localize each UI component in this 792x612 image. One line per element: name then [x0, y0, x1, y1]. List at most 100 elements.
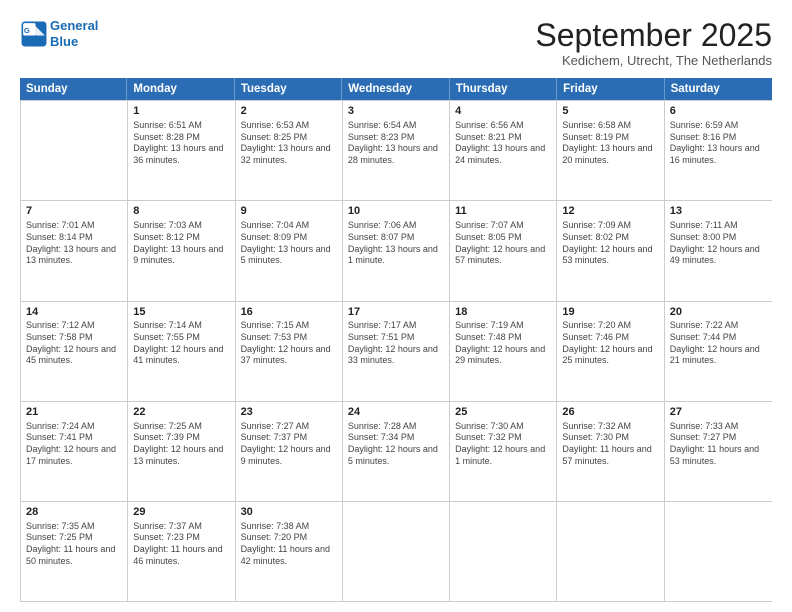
day-number: 23: [241, 405, 337, 420]
sunrise-text: Sunrise: 7:06 AM: [348, 220, 444, 232]
sunset-text: Sunset: 8:05 PM: [455, 232, 551, 244]
cal-cell-0-5: 5 Sunrise: 6:58 AM Sunset: 8:19 PM Dayli…: [557, 101, 664, 200]
daylight-text: Daylight: 12 hours and 41 minutes.: [133, 344, 229, 367]
cal-cell-1-1: 8 Sunrise: 7:03 AM Sunset: 8:12 PM Dayli…: [128, 201, 235, 300]
daylight-text: Daylight: 13 hours and 28 minutes.: [348, 143, 444, 166]
location: Kedichem, Utrecht, The Netherlands: [535, 53, 772, 68]
sunrise-text: Sunrise: 7:25 AM: [133, 421, 229, 433]
cal-cell-3-5: 26 Sunrise: 7:32 AM Sunset: 7:30 PM Dayl…: [557, 402, 664, 501]
day-number: 4: [455, 104, 551, 119]
day-number: 20: [670, 305, 767, 320]
day-number: 26: [562, 405, 658, 420]
day-number: 2: [241, 104, 337, 119]
sunrise-text: Sunrise: 7:28 AM: [348, 421, 444, 433]
sunrise-text: Sunrise: 7:07 AM: [455, 220, 551, 232]
sunrise-text: Sunrise: 6:53 AM: [241, 120, 337, 132]
sunset-text: Sunset: 7:51 PM: [348, 332, 444, 344]
day-number: 7: [26, 204, 122, 219]
sunrise-text: Sunrise: 6:51 AM: [133, 120, 229, 132]
daylight-text: Daylight: 12 hours and 33 minutes.: [348, 344, 444, 367]
day-number: 8: [133, 204, 229, 219]
day-number: 21: [26, 405, 122, 420]
sunset-text: Sunset: 7:30 PM: [562, 432, 658, 444]
cal-cell-0-6: 6 Sunrise: 6:59 AM Sunset: 8:16 PM Dayli…: [665, 101, 772, 200]
logo: G General Blue: [20, 18, 98, 49]
sunrise-text: Sunrise: 7:35 AM: [26, 521, 122, 533]
day-number: 30: [241, 505, 337, 520]
daylight-text: Daylight: 13 hours and 13 minutes.: [26, 244, 122, 267]
sunset-text: Sunset: 8:25 PM: [241, 132, 337, 144]
sunrise-text: Sunrise: 7:20 AM: [562, 320, 658, 332]
header: G General Blue September 2025 Kedichem, …: [20, 18, 772, 68]
cal-cell-2-5: 19 Sunrise: 7:20 AM Sunset: 7:46 PM Dayl…: [557, 302, 664, 401]
sunset-text: Sunset: 7:23 PM: [133, 532, 229, 544]
cal-cell-0-1: 1 Sunrise: 6:51 AM Sunset: 8:28 PM Dayli…: [128, 101, 235, 200]
day-number: 15: [133, 305, 229, 320]
daylight-text: Daylight: 12 hours and 49 minutes.: [670, 244, 767, 267]
weekday-wednesday: Wednesday: [342, 78, 449, 100]
cal-cell-0-2: 2 Sunrise: 6:53 AM Sunset: 8:25 PM Dayli…: [236, 101, 343, 200]
daylight-text: Daylight: 11 hours and 42 minutes.: [241, 544, 337, 567]
calendar-header: Sunday Monday Tuesday Wednesday Thursday…: [20, 78, 772, 100]
weekday-saturday: Saturday: [665, 78, 772, 100]
sunrise-text: Sunrise: 7:19 AM: [455, 320, 551, 332]
cal-cell-3-0: 21 Sunrise: 7:24 AM Sunset: 7:41 PM Dayl…: [21, 402, 128, 501]
daylight-text: Daylight: 11 hours and 46 minutes.: [133, 544, 229, 567]
daylight-text: Daylight: 12 hours and 5 minutes.: [348, 444, 444, 467]
weekday-monday: Monday: [127, 78, 234, 100]
sunset-text: Sunset: 8:19 PM: [562, 132, 658, 144]
daylight-text: Daylight: 13 hours and 9 minutes.: [133, 244, 229, 267]
sunrise-text: Sunrise: 7:03 AM: [133, 220, 229, 232]
sunset-text: Sunset: 8:23 PM: [348, 132, 444, 144]
cal-cell-4-4: [450, 502, 557, 601]
weekday-friday: Friday: [557, 78, 664, 100]
day-number: 3: [348, 104, 444, 119]
sunset-text: Sunset: 8:09 PM: [241, 232, 337, 244]
cal-cell-1-3: 10 Sunrise: 7:06 AM Sunset: 8:07 PM Dayl…: [343, 201, 450, 300]
logo-line1: General: [50, 18, 98, 33]
day-number: 11: [455, 204, 551, 219]
sunset-text: Sunset: 7:39 PM: [133, 432, 229, 444]
cal-cell-4-5: [557, 502, 664, 601]
sunset-text: Sunset: 7:34 PM: [348, 432, 444, 444]
logo-icon: G: [20, 20, 48, 48]
sunrise-text: Sunrise: 7:32 AM: [562, 421, 658, 433]
day-number: 28: [26, 505, 122, 520]
svg-text:G: G: [24, 26, 30, 35]
cal-cell-1-4: 11 Sunrise: 7:07 AM Sunset: 8:05 PM Dayl…: [450, 201, 557, 300]
cal-cell-3-2: 23 Sunrise: 7:27 AM Sunset: 7:37 PM Dayl…: [236, 402, 343, 501]
sunset-text: Sunset: 7:58 PM: [26, 332, 122, 344]
sunset-text: Sunset: 7:32 PM: [455, 432, 551, 444]
daylight-text: Daylight: 11 hours and 53 minutes.: [670, 444, 767, 467]
daylight-text: Daylight: 13 hours and 36 minutes.: [133, 143, 229, 166]
sunset-text: Sunset: 7:53 PM: [241, 332, 337, 344]
cal-cell-4-3: [343, 502, 450, 601]
sunset-text: Sunset: 8:28 PM: [133, 132, 229, 144]
daylight-text: Daylight: 12 hours and 9 minutes.: [241, 444, 337, 467]
sunrise-text: Sunrise: 7:37 AM: [133, 521, 229, 533]
day-number: 29: [133, 505, 229, 520]
day-number: 18: [455, 305, 551, 320]
sunrise-text: Sunrise: 7:14 AM: [133, 320, 229, 332]
sunset-text: Sunset: 8:12 PM: [133, 232, 229, 244]
daylight-text: Daylight: 11 hours and 50 minutes.: [26, 544, 122, 567]
cal-cell-0-4: 4 Sunrise: 6:56 AM Sunset: 8:21 PM Dayli…: [450, 101, 557, 200]
day-number: 24: [348, 405, 444, 420]
daylight-text: Daylight: 13 hours and 5 minutes.: [241, 244, 337, 267]
sunset-text: Sunset: 8:07 PM: [348, 232, 444, 244]
day-number: 27: [670, 405, 767, 420]
sunrise-text: Sunrise: 7:01 AM: [26, 220, 122, 232]
sunset-text: Sunset: 7:48 PM: [455, 332, 551, 344]
sunset-text: Sunset: 8:16 PM: [670, 132, 767, 144]
cal-cell-4-6: [665, 502, 772, 601]
daylight-text: Daylight: 12 hours and 29 minutes.: [455, 344, 551, 367]
cal-cell-2-4: 18 Sunrise: 7:19 AM Sunset: 7:48 PM Dayl…: [450, 302, 557, 401]
month-title: September 2025: [535, 18, 772, 53]
daylight-text: Daylight: 12 hours and 45 minutes.: [26, 344, 122, 367]
day-number: 9: [241, 204, 337, 219]
daylight-text: Daylight: 12 hours and 13 minutes.: [133, 444, 229, 467]
cal-cell-4-0: 28 Sunrise: 7:35 AM Sunset: 7:25 PM Dayl…: [21, 502, 128, 601]
daylight-text: Daylight: 12 hours and 1 minute.: [455, 444, 551, 467]
cal-cell-2-0: 14 Sunrise: 7:12 AM Sunset: 7:58 PM Dayl…: [21, 302, 128, 401]
sunrise-text: Sunrise: 6:54 AM: [348, 120, 444, 132]
